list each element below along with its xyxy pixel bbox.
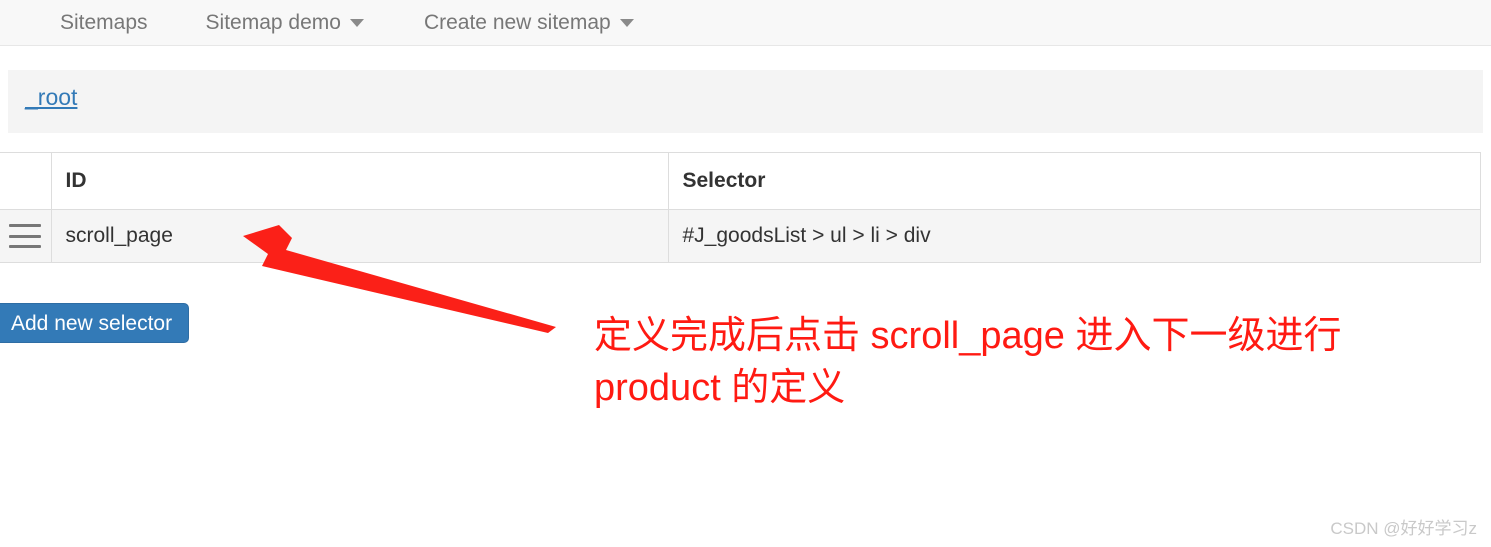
cell-selector-id[interactable]: scroll_page <box>51 209 669 263</box>
nav-item-label: Create new sitemap <box>423 11 611 34</box>
annotation-line-2: product 的定义 <box>594 367 846 409</box>
table-row[interactable]: scroll_page #J_goodsList > ul > li > div <box>0 209 1481 263</box>
table-body: scroll_page #J_goodsList > ul > li > div <box>0 209 1481 263</box>
drag-handle-bar <box>9 245 42 248</box>
table-header-row: ID Selector <box>0 152 1481 210</box>
selector-table-container: ID Selector scroll_page #J_goodsList > u… <box>0 152 1481 263</box>
nav-item-label: Sitemaps <box>60 11 148 34</box>
column-header-handle <box>0 152 52 210</box>
column-header-id: ID <box>51 152 669 210</box>
drag-handle-bar <box>9 224 42 227</box>
top-navbar: Sitemaps Sitemap demo Create new sitemap <box>0 0 1491 46</box>
nav-item-label: Sitemap demo <box>205 11 341 34</box>
nav-item-create-new-sitemap[interactable]: Create new sitemap <box>405 0 653 45</box>
drag-handle-icon[interactable] <box>9 224 42 248</box>
add-new-selector-button[interactable]: Add new selector <box>0 303 190 343</box>
breadcrumb-item-root[interactable]: _root <box>25 84 77 111</box>
navbar-items: Sitemaps Sitemap demo Create new sitemap <box>40 0 653 45</box>
csdn-watermark: CSDN @好好学习z <box>1330 519 1477 538</box>
drag-handle-bar <box>9 234 42 238</box>
cell-selector-css: #J_goodsList > ul > li > div <box>668 209 1481 263</box>
chevron-down-icon <box>619 18 634 27</box>
nav-item-sitemap-demo[interactable]: Sitemap demo <box>187 0 383 45</box>
column-header-selector: Selector <box>668 152 1481 210</box>
nav-item-sitemaps[interactable]: Sitemaps <box>40 0 167 45</box>
selector-table: ID Selector scroll_page #J_goodsList > u… <box>0 152 1481 263</box>
row-drag-handle-cell[interactable] <box>0 209 52 263</box>
table-header: ID Selector <box>0 152 1481 210</box>
chevron-down-icon <box>349 18 364 27</box>
annotation-text: 定义完成后点击 scroll_page 进入下一级进行 product 的定义 <box>594 310 1454 414</box>
annotation-line-1: 定义完成后点击 scroll_page 进入下一级进行 <box>594 315 1342 357</box>
breadcrumb: _root <box>8 70 1483 133</box>
